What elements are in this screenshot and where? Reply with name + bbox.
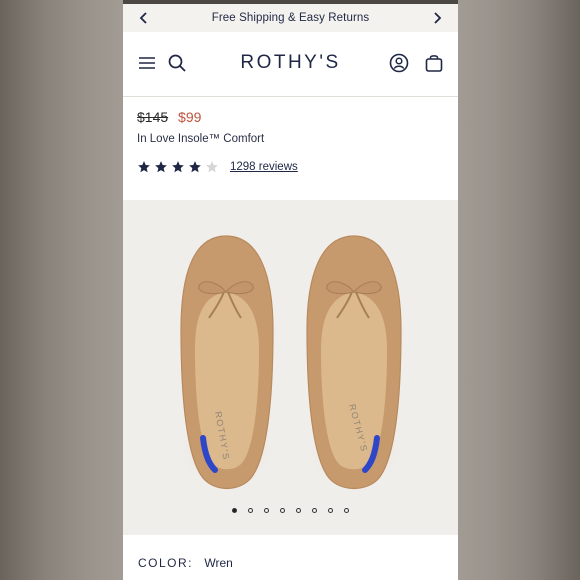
rating-row: 1298 reviews (137, 160, 298, 174)
promo-text: Free Shipping & Easy Returns (211, 12, 370, 24)
star-icon (206, 161, 218, 173)
insole-feature: In Love Insole™ Comfort (137, 133, 265, 145)
carousel-dot[interactable] (344, 508, 349, 513)
bag-icon[interactable] (423, 52, 445, 74)
carousel-dot[interactable] (248, 508, 253, 513)
carousel-dot[interactable] (328, 508, 333, 513)
account-icon[interactable] (388, 52, 410, 74)
site-header: ROTHY'S (123, 32, 458, 97)
left-shoe: ROTHY'S (175, 235, 279, 492)
sale-price: $99 (178, 109, 202, 125)
color-label: COLOR: (138, 556, 194, 570)
right-shoe: ROTHY'S (303, 235, 407, 492)
chevron-right-icon[interactable] (429, 10, 445, 26)
star-icon (172, 161, 184, 173)
star-icon (155, 161, 167, 173)
phone-screen: Free Shipping & Easy Returns ROTHY'S $14… (123, 0, 458, 580)
product-image-gallery[interactable]: ROTHY'S ROTHY'S (123, 200, 458, 535)
carousel-dot[interactable] (296, 508, 301, 513)
chevron-left-icon[interactable] (136, 10, 152, 26)
color-row: COLOR: Wren (138, 556, 233, 570)
reviews-link[interactable]: 1298 reviews (230, 161, 298, 173)
carousel-dots (123, 508, 458, 513)
star-rating (137, 160, 222, 174)
star-icon (189, 161, 201, 173)
carousel-dot[interactable] (232, 508, 237, 513)
carousel-dot[interactable] (280, 508, 285, 513)
carousel-dot[interactable] (264, 508, 269, 513)
product-image: ROTHY'S ROTHY'S (175, 235, 407, 492)
carousel-dot[interactable] (312, 508, 317, 513)
original-price: $145 (137, 109, 169, 125)
star-icon (138, 161, 150, 173)
promo-bar: Free Shipping & Easy Returns (123, 4, 458, 32)
price-row: $145 $99 (137, 109, 201, 125)
color-value: Wren (204, 556, 233, 570)
